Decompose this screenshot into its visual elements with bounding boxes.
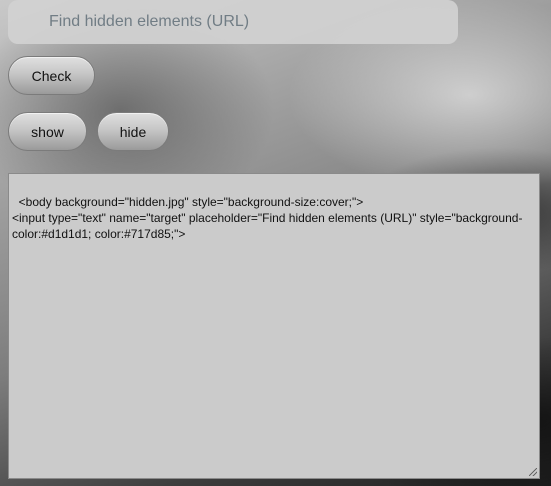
code-textarea[interactable]: <body background="hidden.jpg" style="bac… [8,173,540,479]
resize-handle-icon[interactable] [529,468,537,476]
code-text: <body background="hidden.jpg" style="bac… [12,195,523,241]
url-input[interactable] [8,0,458,44]
hide-button[interactable]: hide [97,112,169,151]
show-button[interactable]: show [8,112,87,151]
check-button[interactable]: Check [8,56,95,95]
